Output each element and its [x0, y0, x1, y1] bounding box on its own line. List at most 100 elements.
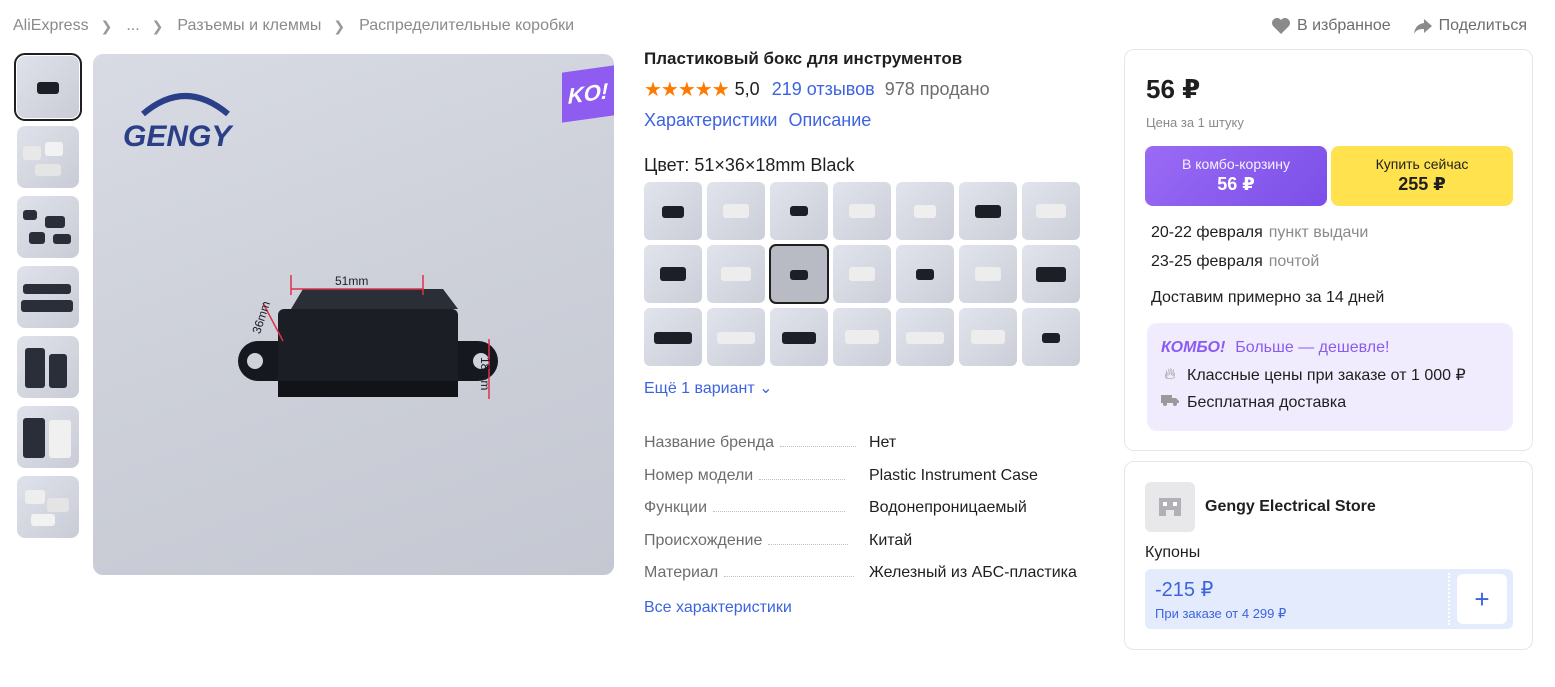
combo-header: КОМБО! Больше — дешевле!: [1161, 339, 1499, 357]
spec-dots: [768, 543, 849, 545]
add-coupon-button[interactable]: +: [1457, 574, 1507, 624]
spec-key: Номер модели: [644, 466, 754, 484]
thumbnail-5[interactable]: [17, 336, 79, 398]
flame-icon: 🔥︎: [1164, 366, 1176, 383]
variant-option-selected[interactable]: [769, 244, 829, 304]
variant-option[interactable]: [644, 308, 702, 366]
thumbnail-list: [14, 53, 84, 546]
coupon-condition: При заказе от 4 299 ₽: [1155, 606, 1287, 621]
chevron-right-icon: ❯: [151, 17, 164, 34]
unit-price-label: Цена за 1 штуку: [1146, 115, 1244, 130]
variant-option[interactable]: [707, 308, 765, 366]
variant-option[interactable]: [833, 182, 891, 240]
section-links: Характеристики Описание: [644, 110, 1104, 131]
coupons-label: Купоны: [1145, 544, 1201, 561]
spec-value: Китай: [869, 531, 913, 549]
gengy-logo-icon: GENGY: [123, 93, 234, 153]
variant-option[interactable]: [1022, 182, 1080, 240]
spec-dots: [779, 446, 856, 447]
coupon-divider: [1448, 573, 1450, 625]
spec-row: Номер модели Plastic Instrument Case: [644, 467, 1104, 500]
spec-row: Материал Железный из АБС-пластика: [644, 564, 1104, 597]
chevron-down-icon: ⌄: [759, 380, 773, 397]
breadcrumb: AliExpress ❯ ... ❯ Разъемы и клеммы ❯ Ра…: [13, 17, 574, 35]
more-variants-button[interactable]: Ещё 1 вариант ⌄: [644, 378, 1104, 398]
variant-option[interactable]: [770, 182, 828, 240]
add-to-combo-button[interactable]: В комбо-корзину 56 ₽: [1145, 146, 1327, 206]
spec-row: Название бренда Нет: [644, 434, 1104, 467]
delivery-estimate: Доставим примерно за 14 дней: [1151, 289, 1385, 306]
svg-text:GENGY: GENGY: [123, 120, 234, 153]
main-product-image[interactable]: GENGY KO! 51mm 18mm 36mm: [93, 54, 614, 575]
breadcrumb-item-aliexpress[interactable]: AliExpress: [13, 17, 89, 35]
thumbnail-2[interactable]: [17, 126, 79, 188]
truck-icon: [1161, 393, 1179, 412]
thumbnail-1[interactable]: [14, 53, 82, 121]
buy-button-label: Купить сейчас: [1375, 156, 1469, 172]
delivery-option-post: 23-25 февраля почтой: [1151, 253, 1319, 271]
breadcrumb-item-connectors[interactable]: Разъемы и клеммы: [177, 17, 321, 35]
specs-link[interactable]: Характеристики: [644, 110, 777, 131]
product-title: Пластиковый бокс для инструментов: [644, 49, 963, 68]
spec-key: Функции: [644, 499, 708, 516]
variant-option[interactable]: [1022, 245, 1080, 303]
variant-option[interactable]: [707, 245, 765, 303]
store-name[interactable]: Gengy Electrical Store: [1205, 498, 1376, 516]
combo-brand: КОМБО!: [1161, 339, 1226, 356]
variant-option[interactable]: [959, 245, 1017, 303]
spec-row: Функции Водонепроницаемый: [644, 499, 1104, 532]
rating-row: ★★★★★ 5,0 219 отзывов 978 продано: [644, 77, 1104, 102]
heart-icon: [1272, 18, 1290, 34]
coupon: -215 ₽ При заказе от 4 299 ₽ +: [1145, 569, 1513, 629]
combo-benefit-text: Классные цены при заказе от 1 000 ₽: [1187, 367, 1466, 384]
favorite-button[interactable]: В избранное: [1271, 17, 1391, 35]
brand-logo: GENGY: [123, 84, 248, 159]
spec-list: Название бренда Нет Номер модели Plastic…: [644, 434, 1104, 597]
combo-promo[interactable]: КОМБО! Больше — дешевле! 🔥︎ Классные цен…: [1147, 323, 1513, 431]
delivery-date: 23-25 февраля: [1151, 253, 1263, 270]
spec-key: Материал: [644, 564, 719, 581]
variant-option[interactable]: [1022, 308, 1080, 366]
thumbnail-7[interactable]: [17, 476, 79, 538]
variant-option[interactable]: [896, 308, 954, 366]
variant-option[interactable]: [896, 245, 954, 303]
star-rating-icon: ★★★★★: [644, 79, 730, 101]
spec-value: Водонепроницаемый: [869, 499, 1027, 516]
thumbnail-4[interactable]: [17, 266, 79, 328]
description-link[interactable]: Описание: [788, 110, 871, 131]
buy-card: 56 ₽ Цена за 1 штуку В комбо-корзину 56 …: [1124, 49, 1533, 451]
all-specs-link[interactable]: Все характеристики: [644, 599, 1104, 617]
variant-option[interactable]: [770, 308, 828, 366]
thumbnail-6[interactable]: [17, 406, 79, 468]
breadcrumb-item-ellipsis[interactable]: ...: [126, 17, 139, 35]
variant-option[interactable]: [644, 182, 702, 240]
variant-option[interactable]: [959, 182, 1017, 240]
variant-option[interactable]: [896, 182, 954, 240]
variant-option[interactable]: [707, 182, 765, 240]
svg-text:51mm: 51mm: [335, 274, 368, 288]
rating-value: 5,0: [734, 79, 760, 99]
spec-dots: [759, 478, 846, 480]
combo-button-price: 56 ₽: [1217, 174, 1255, 194]
spec-value: Plastic Instrument Case: [869, 466, 1038, 484]
combo-tagline: Больше — дешевле!: [1235, 339, 1390, 356]
combo-benefit: 🔥︎ Классные цены при заказе от 1 000 ₽: [1161, 365, 1499, 385]
top-actions: В избранное Поделиться: [1271, 17, 1527, 35]
variant-option[interactable]: [833, 245, 891, 303]
spec-row: Происхождение Китай: [644, 532, 1104, 565]
breadcrumb-item-junction-boxes[interactable]: Распределительные коробки: [359, 17, 574, 35]
coupon-amount: -215 ₽: [1155, 579, 1214, 601]
share-button[interactable]: Поделиться: [1413, 17, 1527, 35]
product-box-illustration: 51mm 18mm 36mm: [238, 274, 498, 399]
variant-option[interactable]: [833, 308, 891, 366]
reviews-link[interactable]: 219 отзывов: [772, 79, 875, 100]
delivery-method: почтой: [1268, 253, 1320, 270]
variant-option[interactable]: [959, 308, 1017, 366]
variant-option[interactable]: [644, 245, 702, 303]
buy-now-button[interactable]: Купить сейчас 255 ₽: [1331, 146, 1513, 206]
store-icon[interactable]: [1145, 482, 1195, 532]
spec-value: Железный из АБС-пластика: [869, 564, 1077, 581]
thumbnail-3[interactable]: [17, 196, 79, 258]
product-info: Пластиковый бокс для инструментов ★★★★★ …: [644, 48, 1104, 617]
store-card: Gengy Electrical Store Купоны -215 ₽ При…: [1124, 461, 1533, 650]
